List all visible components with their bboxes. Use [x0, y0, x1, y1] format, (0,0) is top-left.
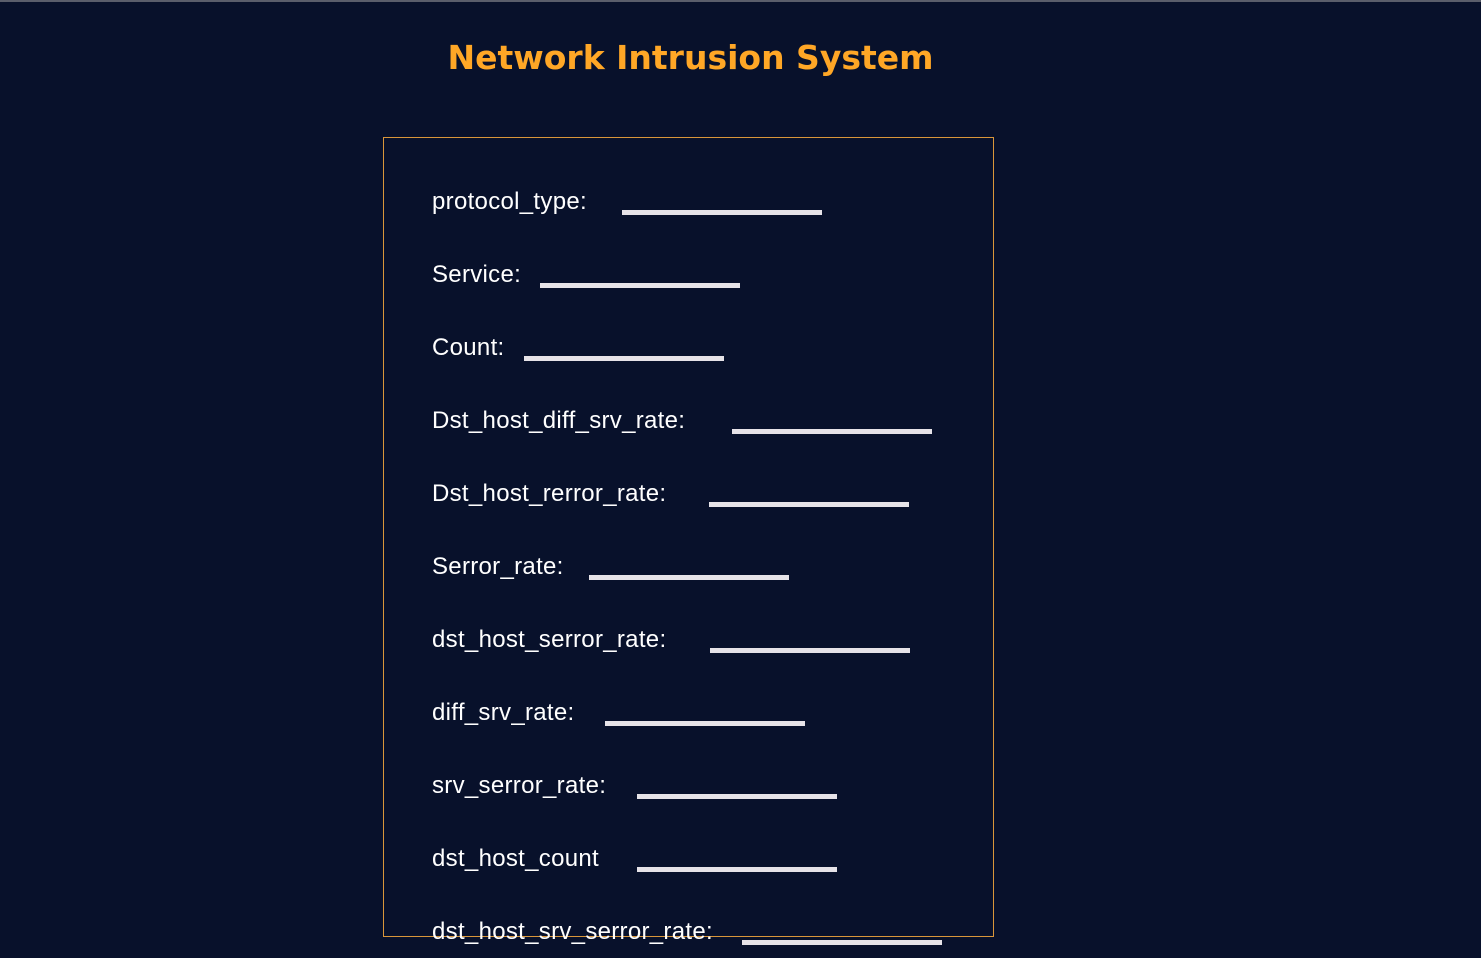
field-label: Serror_rate:	[432, 553, 564, 580]
field-label: Count:	[432, 334, 505, 361]
dst-host-diff-srv-rate-input[interactable]	[732, 429, 932, 434]
protocol-type-input[interactable]	[622, 210, 822, 215]
intrusion-form: protocol_type: Service: Count: Dst_host_…	[383, 137, 994, 945]
field-label: dst_host_srv_serror_rate:	[432, 918, 713, 945]
dst-host-srv-serror-rate-input[interactable]	[742, 940, 942, 945]
diff-srv-rate-input[interactable]	[605, 721, 805, 726]
service-input[interactable]	[540, 283, 740, 288]
serror-rate-input[interactable]	[589, 575, 789, 580]
field-label: protocol_type:	[432, 188, 587, 215]
field-label: Service:	[432, 261, 522, 288]
window-top-border	[0, 0, 1481, 2]
dst-host-serror-rate-input[interactable]	[710, 648, 910, 653]
field-label: srv_serror_rate:	[432, 772, 607, 799]
field-label: dst_host_count	[432, 845, 599, 872]
field-label: diff_srv_rate:	[432, 699, 575, 726]
dst-host-count-input[interactable]	[637, 867, 837, 872]
field-label: dst_host_serror_rate:	[432, 626, 667, 653]
field-label: Dst_host_diff_srv_rate:	[432, 407, 686, 434]
dst-host-rerror-rate-input[interactable]	[709, 502, 909, 507]
srv-serror-rate-input[interactable]	[637, 794, 837, 799]
page-title: Network Intrusion System	[447, 38, 934, 77]
count-input[interactable]	[524, 356, 724, 361]
field-label: Dst_host_rerror_rate:	[432, 480, 667, 507]
